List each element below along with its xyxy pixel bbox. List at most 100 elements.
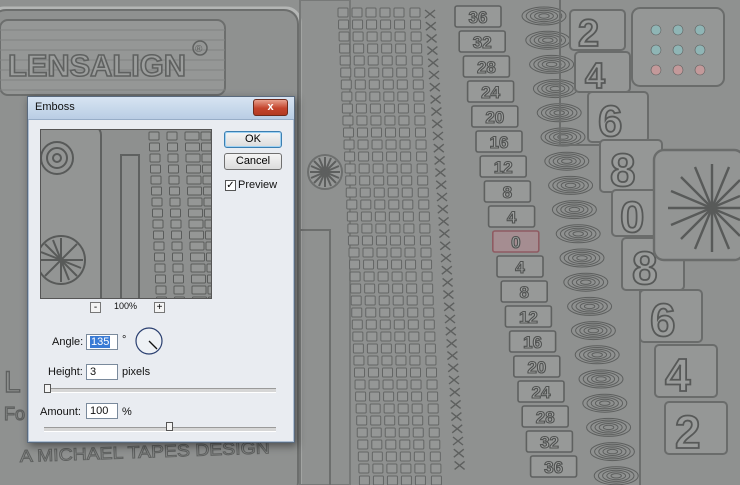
height-label: Height:	[48, 366, 83, 378]
target-rings-icon	[578, 369, 624, 389]
ruler-cell	[392, 283, 404, 294]
close-button[interactable]: x	[253, 99, 288, 116]
ruler-cell	[356, 115, 368, 126]
x-mark-icon	[439, 241, 451, 251]
ruler-cell	[349, 271, 361, 282]
zoom-in-button[interactable]: +	[154, 302, 165, 313]
height-slider-thumb[interactable]	[44, 384, 51, 393]
ruler-number-label: 8	[519, 283, 528, 302]
x-mark-icon	[450, 399, 462, 409]
ruler-cell	[378, 283, 390, 294]
ruler-cell	[423, 319, 435, 330]
ruler-cell	[375, 223, 387, 234]
ruler-cell	[397, 403, 409, 414]
ruler-cell	[370, 415, 382, 426]
preview-ruler-cell	[208, 296, 211, 298]
ruler-cell	[394, 343, 406, 354]
ruler-cell	[358, 475, 370, 485]
ruler-cell	[391, 271, 403, 282]
x-mark-icon	[438, 229, 450, 239]
ruler-cell	[355, 403, 367, 414]
ruler-cell	[368, 67, 380, 78]
dialog-title: Emboss	[35, 101, 75, 113]
ruler-number-label: 12	[519, 308, 538, 327]
starburst-large-icon	[652, 148, 740, 262]
ruler-cell	[400, 163, 412, 174]
x-mark-icon	[436, 192, 448, 202]
preview-ruler-cell	[171, 241, 183, 251]
amount-slider-track[interactable]	[44, 427, 276, 432]
ruler-cell	[396, 67, 408, 78]
height-input[interactable]: 3	[86, 364, 118, 380]
preview-ruler-cell	[200, 131, 211, 141]
ruler-cell	[358, 151, 370, 162]
height-slider-track[interactable]	[44, 388, 276, 393]
ruler-cell	[414, 463, 426, 474]
preview-ruler-cell	[188, 208, 203, 218]
ruler-cell	[385, 127, 396, 138]
side-fragment-fo: Fo	[4, 404, 25, 424]
ruler-cell	[412, 79, 424, 90]
ruler-cell	[351, 307, 363, 318]
ruler-cell	[414, 475, 426, 485]
dialog-titlebar[interactable]: Emboss x	[28, 97, 294, 120]
ruler-cell	[357, 139, 369, 150]
ruler-cell	[407, 307, 419, 318]
amount-input[interactable]: 100	[86, 403, 118, 419]
ruler-cell	[370, 427, 382, 438]
preview-ruler-cell	[170, 208, 181, 218]
preview-ruler-cell	[150, 175, 162, 185]
preview-window[interactable]	[40, 129, 212, 299]
x-mark-icon	[442, 290, 454, 300]
preview-ruler-cell	[156, 296, 167, 298]
ruler-cell	[370, 115, 382, 126]
ruler-cell	[358, 463, 370, 474]
ruler-cell	[361, 223, 373, 234]
angle-label: Angle:	[52, 336, 84, 348]
ruler-cell	[397, 391, 409, 402]
ruler-cell	[429, 439, 441, 450]
ruler-cell	[366, 19, 378, 30]
ruler-cell	[386, 163, 398, 174]
zoom-out-button[interactable]: -	[90, 302, 101, 313]
ruler-cell	[398, 427, 410, 438]
preview-ruler-cell	[191, 274, 206, 284]
cancel-button[interactable]: Cancel	[224, 153, 282, 170]
ruler-cell	[371, 451, 383, 462]
ruler-cell	[413, 91, 425, 102]
ruler-cell	[356, 427, 368, 438]
ruler-cell	[405, 259, 417, 270]
x-mark-icon	[427, 58, 439, 68]
x-mark-icon	[430, 94, 442, 104]
angle-dial-icon[interactable]	[134, 326, 164, 356]
ruler-cell	[382, 379, 394, 390]
ruler-cell	[351, 7, 363, 18]
preview-ruler-cell	[153, 241, 165, 251]
ruler-strips	[337, 7, 466, 485]
preview-checkbox[interactable]: ✓	[225, 180, 236, 191]
ruler-cell	[359, 187, 371, 198]
x-mark-icon	[426, 33, 438, 43]
ruler-cell	[367, 355, 379, 366]
ruler-cell	[366, 31, 378, 42]
ruler-cell	[412, 67, 424, 78]
ruler-cell	[360, 211, 372, 222]
angle-input[interactable]: 135	[86, 334, 118, 350]
ruler-cell	[426, 379, 438, 390]
ok-button[interactable]: OK	[224, 131, 282, 148]
ruler-cell	[407, 319, 419, 330]
big-number-6-bottom: 6	[650, 294, 676, 346]
ruler-cell	[352, 31, 364, 42]
ruler-cell	[368, 367, 379, 378]
x-mark-icon	[444, 314, 456, 324]
preview-ruler-cell	[207, 274, 211, 284]
x-mark-icon	[453, 448, 465, 458]
ruler-cell	[344, 163, 356, 174]
x-mark-icon	[434, 155, 446, 165]
target-rings-icon	[548, 175, 594, 195]
preview-ruler-cell	[173, 285, 185, 295]
emboss-dialog: Emboss x - 100% + OK Cancel ✓ Preview An…	[27, 96, 295, 443]
preview-ruler-cell	[185, 153, 201, 163]
amount-slider-thumb[interactable]	[165, 422, 173, 431]
ruler-cell	[364, 295, 376, 306]
